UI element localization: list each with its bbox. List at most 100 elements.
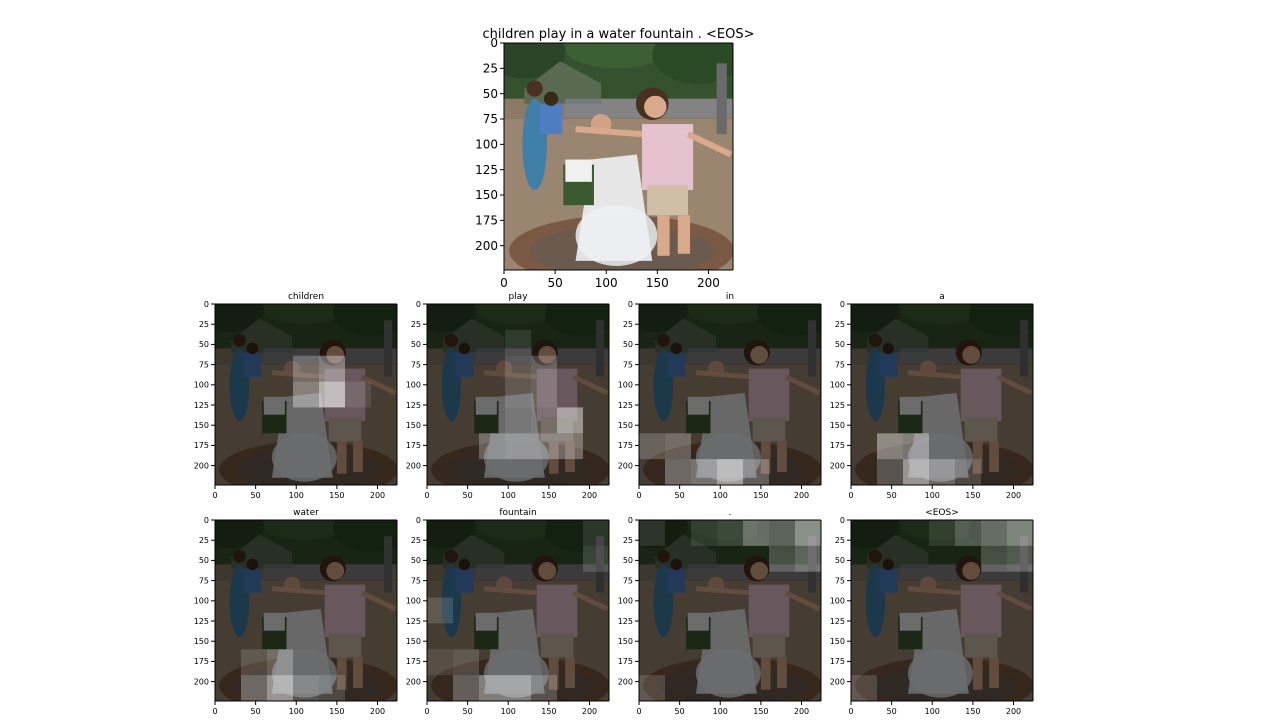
attention-cell bbox=[1007, 545, 1033, 572]
attention-cell bbox=[453, 675, 479, 701]
x-tick-label: 200 bbox=[697, 276, 720, 290]
x-tick-label: 50 bbox=[887, 491, 897, 500]
attention-cell bbox=[479, 675, 505, 701]
word-title: . bbox=[729, 508, 732, 518]
attention-cell bbox=[267, 649, 293, 676]
y-tick-label: 175 bbox=[475, 214, 498, 228]
attention-panel: 0 50 100 150 200 0 25 50 75 100 125 150 175 200 <EOS> bbox=[830, 508, 1034, 716]
y-tick-label: 200 bbox=[194, 677, 209, 686]
y-tick-label: 150 bbox=[194, 421, 209, 430]
x-tick-label: 150 bbox=[329, 491, 344, 500]
y-tick-label: 175 bbox=[618, 441, 633, 450]
attention-panel: 0 50 100 150 200 0 25 50 75 100 125 150 175 200. bbox=[618, 508, 822, 716]
attention-cell bbox=[665, 459, 691, 485]
attention-panel: 0 50 100 150 200 0 25 50 75 100 125 150 175 200 founta… bbox=[406, 508, 610, 716]
attention-cell bbox=[531, 381, 557, 408]
attention-cell bbox=[769, 545, 795, 572]
y-tick-label: 125 bbox=[406, 617, 421, 626]
attention-cell bbox=[639, 433, 665, 460]
attention-cell bbox=[743, 459, 769, 485]
y-tick-label: 100 bbox=[406, 597, 421, 606]
x-tick-label: 100 bbox=[595, 276, 618, 290]
attention-cell bbox=[903, 459, 929, 485]
attention-cell bbox=[531, 407, 557, 434]
y-tick-label: 50 bbox=[623, 340, 633, 349]
y-tick-label: 175 bbox=[830, 657, 845, 666]
x-tick-label: 200 bbox=[582, 491, 597, 500]
x-tick-label: 0 bbox=[212, 707, 217, 716]
word-title: water bbox=[293, 508, 319, 518]
attention-cell bbox=[293, 675, 319, 701]
panel-image bbox=[215, 520, 397, 701]
y-tick-label: 150 bbox=[406, 637, 421, 646]
y-tick-label: 100 bbox=[194, 597, 209, 606]
y-tick-label: 25 bbox=[411, 320, 421, 329]
y-tick-label: 50 bbox=[835, 556, 845, 565]
y-tick-label: 175 bbox=[194, 441, 209, 450]
attention-cell bbox=[557, 433, 583, 460]
main-image-panel: 0 50 100 150 2000255075100125150175200childr… bbox=[475, 27, 754, 290]
y-tick-label: 75 bbox=[199, 360, 209, 369]
x-tick-label: 150 bbox=[753, 491, 768, 500]
y-tick-label: 0 bbox=[416, 300, 421, 309]
y-tick-label: 25 bbox=[623, 320, 633, 329]
y-tick-label: 125 bbox=[830, 617, 845, 626]
attention-cell bbox=[717, 520, 743, 546]
y-tick-label: 200 bbox=[618, 677, 633, 686]
y-tick-label: 200 bbox=[830, 677, 845, 686]
attention-cell bbox=[505, 675, 531, 701]
x-tick-label: 100 bbox=[501, 491, 516, 500]
attention-cell bbox=[319, 675, 345, 701]
x-tick-label: 150 bbox=[753, 707, 768, 716]
attention-cell bbox=[691, 459, 717, 485]
attention-cell bbox=[531, 355, 557, 382]
y-tick-label: 175 bbox=[194, 657, 209, 666]
x-tick-label: 100 bbox=[501, 707, 516, 716]
y-tick-label: 100 bbox=[830, 597, 845, 606]
y-tick-label: 100 bbox=[406, 381, 421, 390]
word-title: play bbox=[508, 292, 528, 302]
x-tick-label: 100 bbox=[289, 491, 304, 500]
y-tick-label: 75 bbox=[411, 576, 421, 585]
y-tick-label: 25 bbox=[199, 320, 209, 329]
x-tick-label: 0 bbox=[424, 491, 429, 500]
attention-panel: 0 50 100 150 200 0 25 50 75 100 125 150 175 200 childr… bbox=[194, 292, 398, 500]
panel-image bbox=[427, 520, 609, 701]
x-tick-label: 50 bbox=[547, 276, 562, 290]
y-tick-label: 0 bbox=[628, 300, 633, 309]
x-tick-label: 50 bbox=[887, 707, 897, 716]
x-tick-label: 100 bbox=[713, 707, 728, 716]
panel-image bbox=[639, 304, 821, 485]
x-tick-label: 50 bbox=[463, 491, 473, 500]
y-tick-label: 50 bbox=[623, 556, 633, 565]
attention-cell bbox=[453, 649, 479, 676]
x-tick-label: 0 bbox=[636, 707, 641, 716]
word-title: in bbox=[726, 292, 734, 302]
caption-title: children play in a water fountain . <EOS… bbox=[482, 27, 754, 42]
panel-image bbox=[851, 520, 1033, 701]
y-tick-label: 50 bbox=[199, 556, 209, 565]
attention-panel: 0 50 100 150 200 0 25 50 75 100 125 150 175 200 water bbox=[194, 508, 398, 716]
x-tick-label: 150 bbox=[646, 276, 669, 290]
y-tick-label: 75 bbox=[835, 576, 845, 585]
y-tick-label: 200 bbox=[618, 461, 633, 470]
attention-cell bbox=[929, 459, 955, 485]
y-tick-label: 125 bbox=[618, 401, 633, 410]
attention-cell bbox=[427, 649, 453, 676]
attention-cell bbox=[717, 459, 743, 485]
y-tick-label: 200 bbox=[830, 461, 845, 470]
panel-image bbox=[215, 304, 397, 485]
x-tick-label: 200 bbox=[370, 491, 385, 500]
x-tick-label: 0 bbox=[636, 491, 641, 500]
y-tick-label: 175 bbox=[406, 657, 421, 666]
panel-image bbox=[427, 304, 609, 485]
x-tick-label: 50 bbox=[251, 707, 261, 716]
x-tick-label: 50 bbox=[675, 707, 685, 716]
attention-cell bbox=[851, 675, 877, 701]
x-tick-label: 150 bbox=[965, 491, 980, 500]
attention-cell bbox=[795, 520, 821, 546]
x-tick-label: 50 bbox=[251, 491, 261, 500]
attention-cell bbox=[531, 675, 557, 701]
attention-cell bbox=[795, 545, 821, 572]
x-tick-label: 150 bbox=[329, 707, 344, 716]
